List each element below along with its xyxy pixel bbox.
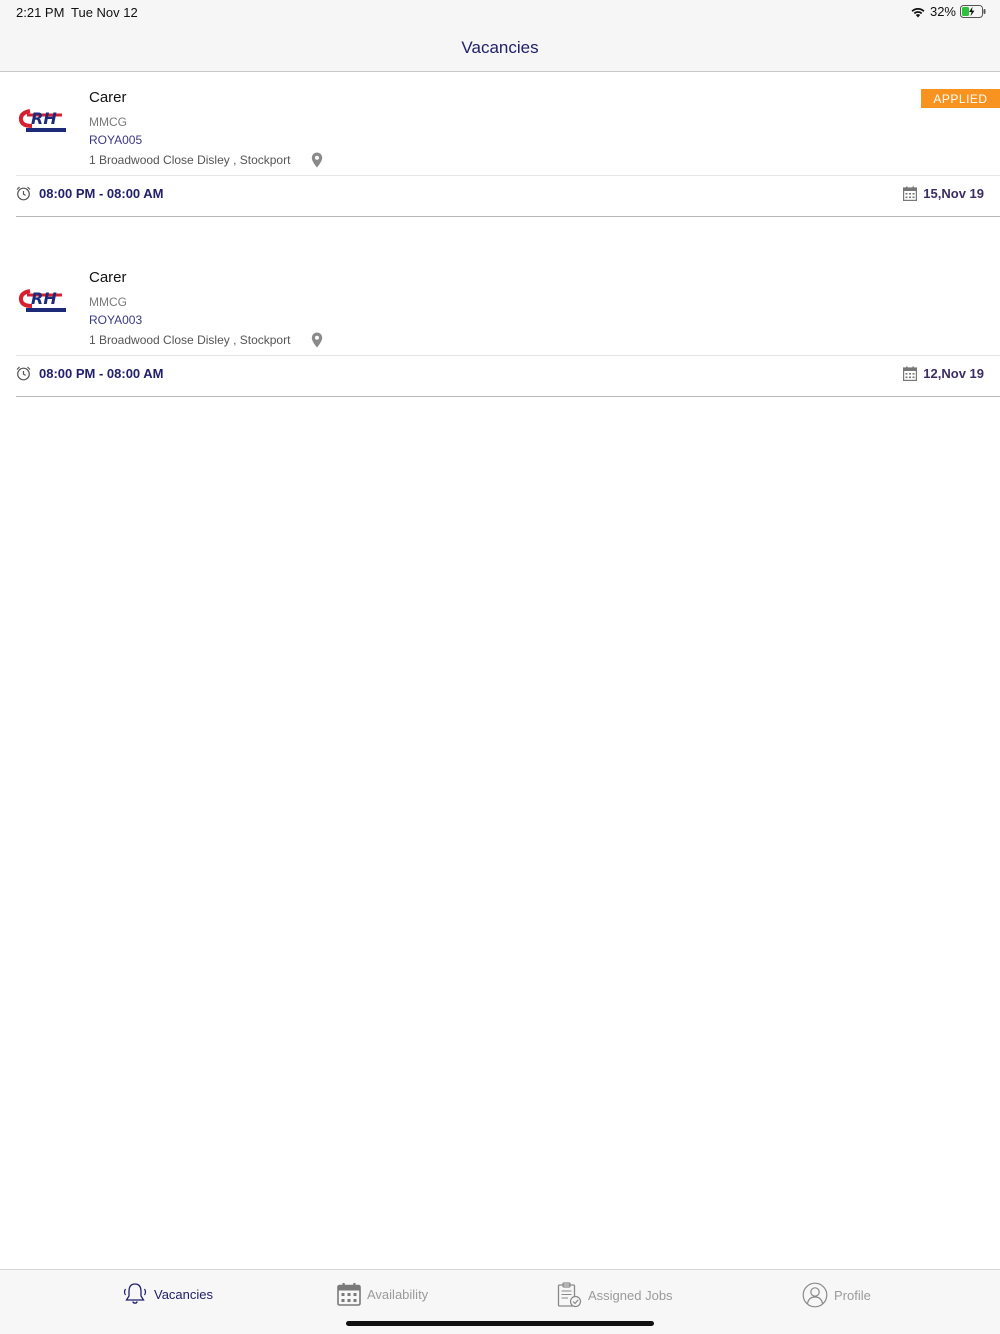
shift-date-text: 15,Nov 19 — [923, 186, 984, 201]
battery-percent: 32% — [929, 4, 956, 19]
wifi-icon — [911, 7, 925, 17]
svg-text:RH: RH — [31, 109, 57, 128]
tab-vacancies[interactable]: Vacancies — [122, 1282, 213, 1306]
vacancy-card[interactable]: RH Carer MMCG ROYA005 1 Broadwood Close … — [0, 73, 1000, 217]
tab-assigned-jobs[interactable]: Assigned Jobs — [557, 1282, 673, 1308]
vacancy-title: Carer — [89, 89, 127, 106]
shift-date: 15,Nov 19 — [903, 186, 984, 201]
location-pin-icon[interactable] — [311, 332, 323, 348]
shift-time: 08:00 PM - 08:00 AM — [16, 366, 164, 381]
vacancy-code: ROYA003 — [89, 313, 143, 327]
shift-date-text: 12,Nov 19 — [923, 366, 984, 381]
tab-label: Availability — [367, 1286, 429, 1302]
card-bottom-border — [16, 396, 1000, 397]
vacancy-company: MMCG — [89, 115, 127, 129]
svg-text:RH: RH — [31, 289, 57, 308]
shift-time: 08:00 PM - 08:00 AM — [16, 186, 164, 201]
vacancy-company: MMCG — [89, 295, 127, 309]
alarm-clock-icon — [16, 186, 31, 201]
alarm-clock-icon — [16, 366, 31, 381]
tab-label: Profile — [834, 1287, 871, 1303]
shift-time-text: 08:00 PM - 08:00 AM — [39, 186, 164, 201]
user-icon — [802, 1282, 828, 1308]
tab-label: Vacancies — [154, 1286, 214, 1302]
shift-date: 12,Nov 19 — [903, 366, 984, 381]
card-divider — [16, 175, 1000, 176]
tab-profile[interactable]: Profile — [802, 1282, 871, 1308]
status-time: 2:21 PM — [16, 5, 65, 20]
home-indicator — [346, 1321, 654, 1326]
vacancy-address: 1 Broadwood Close Disley , Stockport — [89, 153, 291, 167]
shift-time-text: 08:00 PM - 08:00 AM — [39, 366, 164, 381]
battery-icon — [960, 5, 986, 18]
page-title: Vacancies — [461, 37, 539, 57]
tab-availability[interactable]: Availability — [337, 1282, 428, 1306]
vacancy-title: Carer — [89, 269, 127, 286]
location-pin-icon[interactable] — [311, 152, 323, 168]
card-divider — [16, 355, 1000, 356]
status-right: 32% — [910, 4, 986, 19]
calendar-icon — [903, 366, 918, 381]
status-date: Tue Nov 12 — [71, 5, 138, 20]
vacancy-address: 1 Broadwood Close Disley , Stockport — [89, 333, 291, 347]
clipboard-icon — [557, 1282, 582, 1308]
vacancy-card[interactable]: RH Carer MMCG ROYA003 1 Broadwood Close … — [0, 253, 1000, 397]
bell-icon — [123, 1283, 147, 1304]
vacancy-code: ROYA005 — [89, 133, 143, 147]
status-badge: APPLIED — [921, 89, 1000, 108]
calendar-icon — [337, 1283, 361, 1306]
nav-bar: Vacancies — [0, 24, 1000, 72]
tab-label: Assigned Jobs — [588, 1287, 673, 1303]
card-bottom-border — [16, 216, 1000, 217]
company-logo: RH — [18, 289, 66, 312]
status-bar: 2:21 PM Tue Nov 12 32% — [0, 0, 1000, 24]
calendar-icon — [903, 186, 918, 201]
company-logo: RH — [18, 109, 66, 132]
